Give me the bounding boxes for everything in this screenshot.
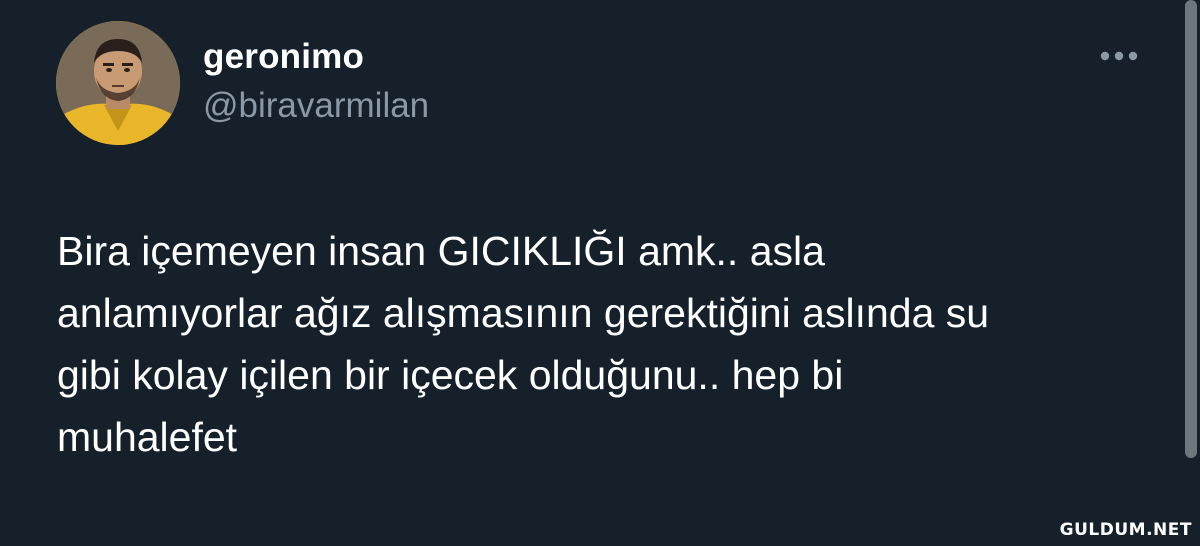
tweet-text: Bira içemeyen insan GICIKLIĞI amk.. asla… (57, 228, 990, 460)
watermark-logo: GULDUM.NET (1059, 520, 1192, 540)
author-handle[interactable]: @biravarmilan (203, 86, 429, 126)
author-display-name[interactable]: geronimo (203, 37, 364, 77)
tweet-card: geronimo @biravarmilan Bira içemeyen ins… (0, 0, 1200, 546)
scrollbar[interactable] (1185, 0, 1197, 458)
avatar[interactable] (56, 21, 180, 145)
more-horizontal-icon[interactable] (1096, 44, 1142, 68)
profile-photo-icon (56, 21, 180, 145)
